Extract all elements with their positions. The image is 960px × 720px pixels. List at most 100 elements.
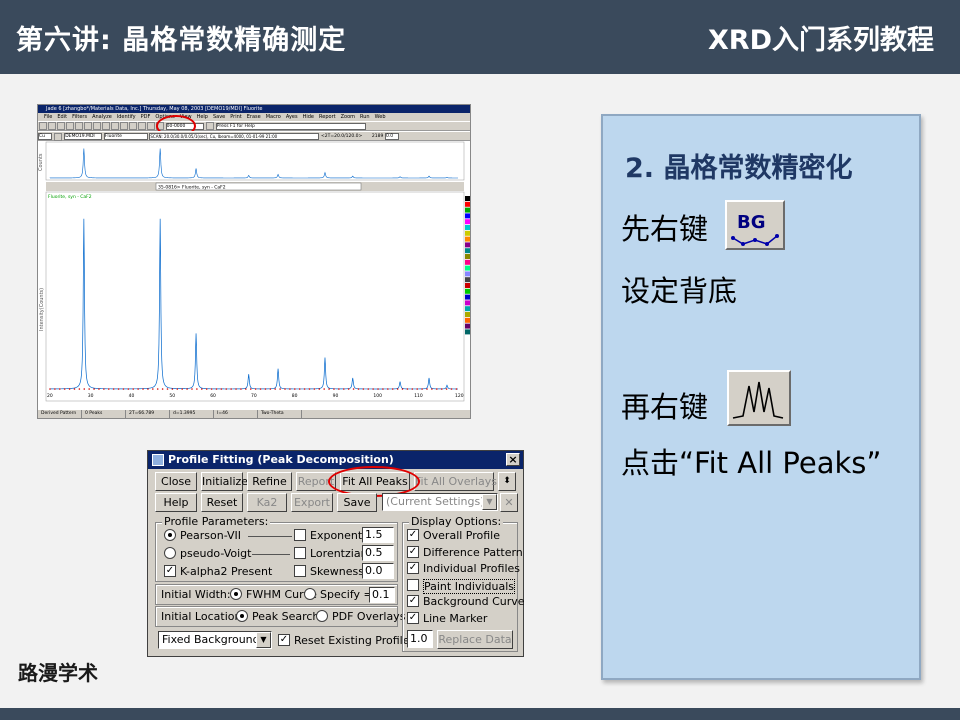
display-option-checkbox[interactable]: ✓ — [407, 529, 419, 541]
palette-swatch[interactable] — [465, 225, 471, 230]
palette-swatch[interactable] — [465, 271, 471, 277]
palette-swatch[interactable] — [465, 312, 471, 317]
pattern-select[interactable]: DEMO19.MDI — [64, 133, 103, 140]
palette-swatch[interactable] — [465, 236, 471, 242]
palette-swatch[interactable] — [465, 306, 471, 312]
jade-menu-item[interactable]: Macro — [266, 114, 281, 120]
bg-toolbar-button[interactable]: BG — [725, 200, 785, 250]
fit-all-overlays-button[interactable]: Fit All Overlays — [414, 472, 497, 491]
lorentzian-checkbox[interactable] — [294, 547, 306, 559]
kalpha2-checkbox[interactable]: ✓ — [164, 565, 176, 577]
fwhm-radio[interactable] — [230, 588, 242, 600]
jade-menu-item[interactable]: File — [44, 114, 52, 120]
smooth-icon[interactable] — [119, 122, 128, 130]
jade-menu-item[interactable]: Erase — [247, 114, 261, 120]
save-button[interactable]: Save — [337, 493, 377, 512]
background-select[interactable]: Fixed Background ▼ — [158, 631, 272, 649]
palette-swatch[interactable] — [465, 219, 471, 225]
palette-swatch[interactable] — [465, 259, 471, 265]
close-icon[interactable]: × — [506, 453, 520, 466]
palette-swatch[interactable] — [465, 242, 471, 248]
open-icon[interactable] — [47, 122, 56, 130]
palette-swatch[interactable] — [465, 254, 471, 259]
jade-menu-item[interactable]: Ayes — [286, 114, 298, 120]
palette-swatch[interactable] — [465, 300, 471, 306]
close-button[interactable]: Close — [155, 472, 197, 491]
jade-menu-item[interactable]: Identify — [117, 114, 136, 120]
specify-input[interactable]: 0.1 — [369, 587, 395, 603]
chevron-down-icon[interactable]: ▼ — [256, 632, 271, 648]
exponent-input[interactable]: 1.5 — [362, 527, 394, 543]
spin-icon[interactable]: ⬍ — [498, 472, 516, 491]
ka2-button[interactable]: Ka2 — [247, 493, 287, 512]
open-file-icon[interactable] — [54, 132, 63, 141]
palette-swatch[interactable] — [465, 329, 471, 335]
palette-swatch[interactable] — [465, 323, 471, 329]
value-field[interactable]: 0.0 — [384, 133, 399, 140]
jade-menu-item[interactable]: Save — [213, 114, 225, 120]
palette-swatch[interactable] — [465, 294, 471, 300]
jade-menu-item[interactable]: Web — [375, 114, 386, 120]
palette-swatch[interactable] — [465, 288, 471, 294]
display-option-checkbox[interactable]: ✓ — [407, 595, 419, 607]
skewness-input[interactable]: 0.0 — [362, 563, 394, 579]
reset-button[interactable]: Reset — [201, 493, 243, 512]
filter-icon[interactable] — [110, 122, 119, 130]
replace-data-button[interactable]: Replace Data — [437, 630, 513, 649]
jade-menu-item[interactable]: Help — [197, 114, 208, 120]
pdf-icon[interactable] — [101, 122, 110, 130]
jade-menu-item[interactable]: Edit — [57, 114, 67, 120]
calc-icon[interactable] — [83, 122, 92, 130]
palette-swatch[interactable] — [465, 283, 471, 288]
fit-peaks-toolbar-button[interactable] — [727, 370, 791, 426]
palette-swatch[interactable] — [465, 230, 471, 236]
palette-swatch[interactable] — [465, 213, 471, 219]
export-button[interactable]: Export — [291, 493, 333, 512]
palette-swatch[interactable] — [465, 265, 471, 271]
pearson-radio[interactable] — [164, 529, 176, 541]
help-button[interactable]: Help — [155, 493, 197, 512]
lorentzian-input[interactable]: 0.5 — [362, 545, 394, 561]
skewness-checkbox[interactable] — [294, 565, 306, 577]
jade-menu-item[interactable]: PDF — [141, 114, 151, 120]
replace-value-input[interactable]: 1.0 — [407, 630, 433, 648]
jade-menu-item[interactable]: Hide — [303, 114, 314, 120]
jade-menu-item[interactable]: Run — [360, 114, 370, 120]
chevron-down-icon[interactable]: ▼ — [482, 494, 497, 510]
delete-settings-icon[interactable]: ✕ — [500, 493, 518, 512]
phase-select[interactable]: 35-0816> Fluorite, syn - CaF2 — [158, 185, 226, 191]
palette-swatch[interactable] — [465, 317, 471, 323]
color-palette[interactable] — [465, 196, 471, 335]
exponent-checkbox[interactable] — [294, 529, 306, 541]
jade-menu-item[interactable]: Zoom — [341, 114, 355, 120]
print-icon[interactable] — [65, 122, 74, 130]
peak-search-radio[interactable] — [236, 610, 248, 622]
palette-swatch[interactable] — [465, 196, 471, 201]
pdf-overlays-radio[interactable] — [316, 610, 328, 622]
element-select[interactable]: Cu — [38, 133, 52, 140]
palette-swatch[interactable] — [465, 277, 471, 283]
display-option-checkbox[interactable]: ✓ — [407, 545, 419, 558]
arrow-icon[interactable] — [205, 122, 214, 130]
initialize-button[interactable]: Initialize — [201, 472, 248, 491]
jade-menu-item[interactable]: Print — [230, 114, 242, 120]
jade-menu-item[interactable]: Filters — [72, 114, 87, 120]
jade-menu-item[interactable]: Analyze — [92, 114, 112, 120]
help-icon[interactable] — [38, 122, 47, 130]
palette-swatch[interactable] — [465, 207, 471, 213]
erase-icon[interactable] — [146, 122, 155, 130]
settings-select[interactable]: (Current Settings) ▼ — [382, 493, 498, 511]
display-option-checkbox[interactable]: ✓ — [407, 562, 419, 574]
refine-button[interactable]: Refine — [247, 472, 292, 491]
bg-icon[interactable] — [128, 122, 137, 130]
specify-radio[interactable] — [304, 588, 316, 600]
display-option-checkbox[interactable]: ✓ — [407, 611, 419, 624]
save-icon[interactable] — [56, 122, 65, 130]
pseudo-voigt-radio[interactable] — [164, 547, 176, 559]
zoom-icon[interactable] — [74, 122, 83, 130]
peak-icon[interactable] — [92, 122, 101, 130]
display-option-checkbox[interactable] — [407, 578, 419, 591]
reset-profiles-checkbox[interactable]: ✓ — [278, 634, 290, 646]
jade-menu-item[interactable]: Report — [319, 114, 336, 120]
fit-icon[interactable] — [137, 122, 146, 130]
